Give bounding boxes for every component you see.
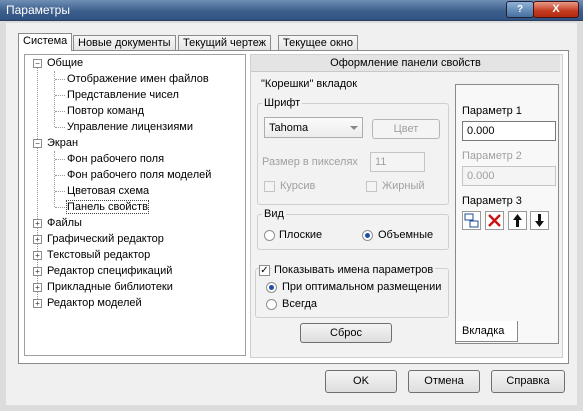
tree-item-general[interactable]: Общие bbox=[47, 57, 83, 69]
tabs-group-label: "Корешки" вкладок bbox=[259, 78, 360, 91]
chevron-down-icon bbox=[350, 126, 358, 130]
tree-item-spec-editor[interactable]: Редактор спецификаций bbox=[47, 265, 172, 277]
tree-item-libraries[interactable]: Прикладные библиотеки bbox=[47, 281, 173, 293]
select-object-icon[interactable] bbox=[462, 211, 481, 230]
param2-input: 0.000 bbox=[462, 166, 556, 186]
font-select[interactable]: Tahoma bbox=[264, 117, 363, 138]
tree-item-text-editor[interactable]: Текстовый редактор bbox=[47, 249, 150, 261]
param1-input[interactable]: 0.000 bbox=[462, 121, 556, 141]
close-button[interactable]: X bbox=[533, 1, 579, 18]
tab-new-documents[interactable]: Новые документы bbox=[73, 35, 176, 51]
pane-header: Оформление панели свойств bbox=[251, 55, 560, 72]
expand-icon[interactable]: + bbox=[33, 299, 42, 308]
tree-item-file-names[interactable]: Отображение имен файлов bbox=[67, 73, 209, 85]
arrow-down-icon[interactable] bbox=[530, 211, 549, 230]
bold-checkbox[interactable] bbox=[366, 181, 377, 192]
settings-tree[interactable]: − Общие Отображение имен файлов Представ… bbox=[24, 54, 246, 356]
expand-icon[interactable]: + bbox=[33, 283, 42, 292]
tree-item-licenses[interactable]: Управление лицензиями bbox=[67, 121, 193, 133]
expand-icon[interactable]: + bbox=[33, 219, 42, 228]
collapse-icon[interactable]: − bbox=[33, 59, 42, 68]
param1-label: Параметр 1 bbox=[462, 105, 522, 117]
cancel-button[interactable]: Отмена bbox=[408, 370, 480, 393]
color-button[interactable]: Цвет bbox=[372, 119, 440, 139]
expand-icon[interactable]: + bbox=[33, 235, 42, 244]
title-bar: Параметры ? X bbox=[0, 0, 583, 21]
show-names-label: Показывать имена параметров bbox=[272, 264, 436, 276]
size-value: 11 bbox=[375, 156, 387, 168]
font-group-label: Шрифт bbox=[262, 97, 303, 110]
flat-radio[interactable] bbox=[264, 230, 275, 241]
tree-item-graphic-editor[interactable]: Графический редактор bbox=[47, 233, 164, 245]
italic-label: Курсив bbox=[280, 180, 316, 192]
tab-current-drawing[interactable]: Текущий чертеж bbox=[178, 35, 272, 51]
italic-checkbox[interactable] bbox=[264, 181, 275, 192]
tree-item-color-scheme[interactable]: Цветовая схема bbox=[67, 185, 149, 197]
tree-item-model-background[interactable]: Фон рабочего поля моделей bbox=[67, 169, 211, 181]
optimal-label: При оптимальном размещении bbox=[282, 281, 442, 293]
tree-item-model-editor[interactable]: Редактор моделей bbox=[47, 297, 142, 309]
delete-icon[interactable] bbox=[485, 211, 504, 230]
arrow-up-icon[interactable] bbox=[508, 211, 527, 230]
tree-item-background[interactable]: Фон рабочего поля bbox=[67, 153, 164, 165]
volume-label: Объемные bbox=[378, 229, 434, 241]
show-names-checkbox[interactable]: ✓ bbox=[259, 265, 270, 276]
expand-icon[interactable]: + bbox=[33, 267, 42, 276]
param3-label: Параметр 3 bbox=[462, 195, 522, 207]
expand-icon[interactable]: + bbox=[33, 251, 42, 260]
tree-item-repeat-commands[interactable]: Повтор команд bbox=[67, 105, 144, 117]
size-spinner[interactable]: 11 bbox=[370, 152, 425, 172]
flat-label: Плоские bbox=[279, 229, 323, 241]
volume-radio[interactable] bbox=[362, 230, 373, 241]
preview-tab[interactable]: Вкладка bbox=[455, 321, 518, 342]
font-value: Tahoma bbox=[269, 122, 309, 134]
help-button[interactable]: Справка bbox=[491, 370, 565, 393]
reset-button[interactable]: Сброс bbox=[300, 323, 392, 343]
bold-label: Жирный bbox=[382, 180, 425, 192]
tab-current-window[interactable]: Текущее окно bbox=[278, 35, 358, 51]
tree-item-screen[interactable]: Экран bbox=[47, 137, 78, 149]
param2-label: Параметр 2 bbox=[462, 150, 522, 162]
tree-item-numbers[interactable]: Представление чисел bbox=[67, 89, 179, 101]
tree-item-files[interactable]: Файлы bbox=[47, 217, 82, 229]
size-label: Размер в пикселях bbox=[262, 156, 358, 168]
ok-button[interactable]: OK bbox=[325, 370, 397, 393]
optimal-radio[interactable] bbox=[266, 282, 277, 293]
tab-system[interactable]: Система bbox=[18, 33, 73, 51]
always-label: Всегда bbox=[282, 298, 318, 310]
tree-item-properties-panel[interactable]: Панель свойств bbox=[66, 200, 149, 214]
collapse-icon[interactable]: − bbox=[33, 139, 42, 148]
help-title-button[interactable]: ? bbox=[506, 1, 534, 18]
view-group-label: Вид bbox=[262, 208, 286, 221]
window-title: Параметры bbox=[6, 3, 70, 17]
always-radio[interactable] bbox=[266, 299, 277, 310]
